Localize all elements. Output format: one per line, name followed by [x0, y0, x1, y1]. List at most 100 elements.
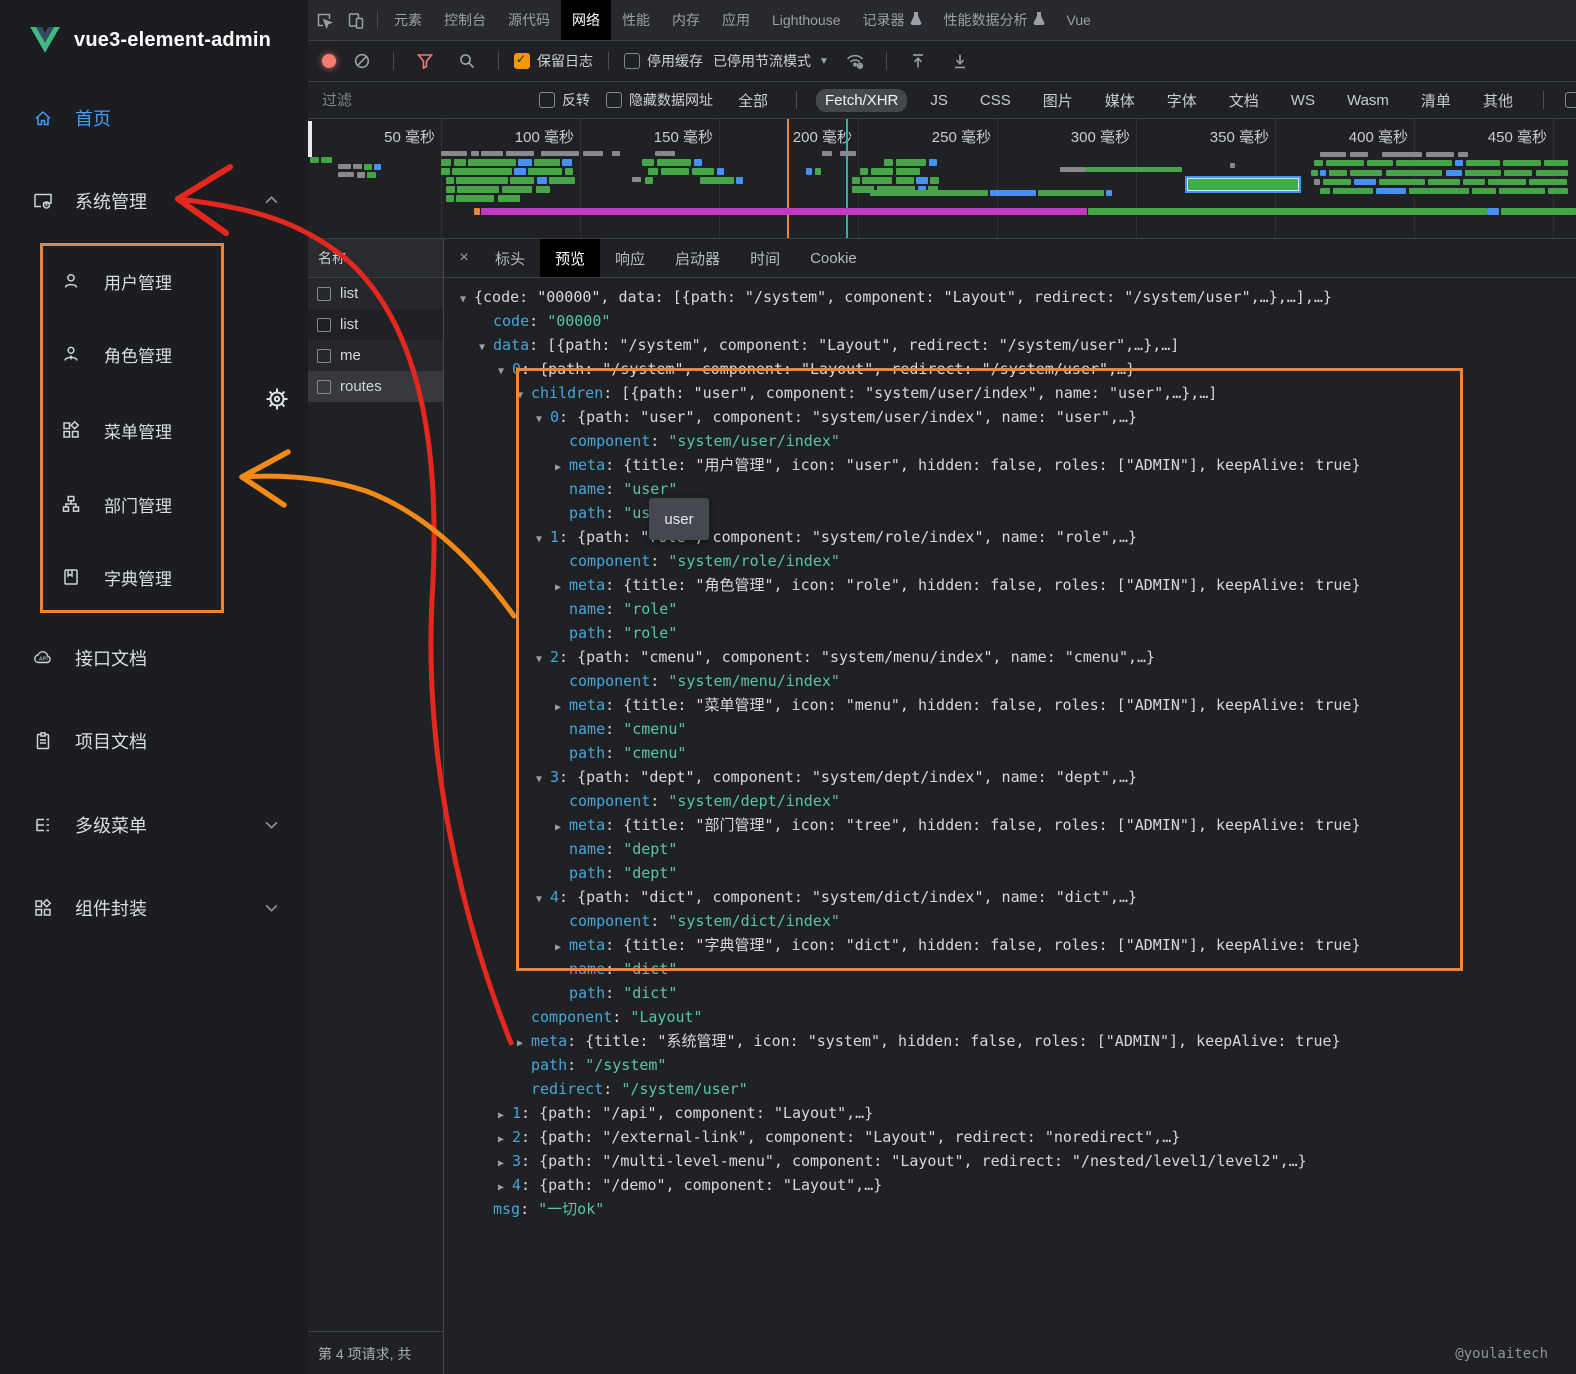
devtools-tab-内存[interactable]: 内存 [661, 0, 711, 40]
preview-tab-标头[interactable]: 标头 [480, 239, 540, 277]
sidebar-item-multi-level-menu[interactable]: 多级菜单 [0, 803, 308, 847]
json-line[interactable]: ▶4: {path: "/demo", component: "Layout",… [444, 1173, 1576, 1197]
sidebar-item-home[interactable]: 首页 [0, 96, 308, 140]
timeline-handle[interactable] [308, 121, 312, 157]
preview-tab-时间[interactable]: 时间 [735, 239, 795, 277]
expand-arrow-icon[interactable]: ▼ [517, 384, 531, 408]
filter-pill-清单[interactable]: 清单 [1412, 87, 1460, 114]
devtools-tab-源代码[interactable]: 源代码 [497, 0, 561, 40]
devtools-tab-Vue[interactable]: Vue [1056, 0, 1102, 40]
sidebar-item-components[interactable]: 组件封装 [0, 886, 308, 930]
json-line[interactable]: component: "system/user/index" [444, 429, 1576, 453]
settings-gear-button[interactable] [258, 380, 296, 418]
filter-pill-文档[interactable]: 文档 [1220, 87, 1268, 114]
disable-cache-checkbox[interactable]: 停用缓存 [624, 51, 703, 71]
hide-data-urls-checkbox[interactable]: 隐藏数据网址 [606, 90, 713, 110]
clear-network-log-icon[interactable] [346, 47, 378, 75]
filter-pill-媒体[interactable]: 媒体 [1096, 87, 1144, 114]
preview-tab-响应[interactable]: 响应 [600, 239, 660, 277]
sidebar-item-user-mgmt[interactable]: 用户管理 [0, 259, 308, 303]
request-row-routes[interactable]: routes [308, 371, 443, 402]
json-line[interactable]: ▼4: {path: "dict", component: "system/di… [444, 885, 1576, 909]
preview-tab-启动器[interactable]: 启动器 [660, 239, 735, 277]
request-row-list[interactable]: list [308, 278, 443, 309]
devtools-tab-网络[interactable]: 网络 [561, 0, 611, 40]
json-line[interactable]: path: "dict" [444, 981, 1576, 1005]
json-line[interactable]: msg: "一切ok" [444, 1197, 1576, 1221]
device-toolbar-icon[interactable] [340, 6, 372, 34]
network-overview-timeline[interactable]: 50 毫秒100 毫秒150 毫秒200 毫秒250 毫秒300 毫秒350 毫… [308, 119, 1576, 239]
filter-funnel-icon[interactable] [409, 47, 441, 75]
json-line[interactable]: ▼2: {path: "cmenu", component: "system/m… [444, 645, 1576, 669]
sidebar-item-dict-mgmt[interactable]: 字典管理 [0, 555, 308, 599]
filter-pill-Wasm[interactable]: Wasm [1338, 89, 1398, 112]
json-line[interactable]: name: "dept" [444, 837, 1576, 861]
json-line[interactable]: ▼children: [{path: "user", component: "s… [444, 381, 1576, 405]
expand-arrow-icon[interactable]: ▼ [536, 408, 550, 432]
json-line[interactable]: ▶meta: {title: "用户管理", icon: "user", hid… [444, 453, 1576, 477]
json-line[interactable]: ▶1: {path: "/api", component: "Layout",…… [444, 1101, 1576, 1125]
filter-pill-CSS[interactable]: CSS [971, 89, 1020, 112]
json-line[interactable]: path: "dept" [444, 861, 1576, 885]
json-line[interactable]: ▼0: {path: "user", component: "system/us… [444, 405, 1576, 429]
json-line[interactable]: redirect: "/system/user" [444, 1077, 1576, 1101]
json-line[interactable]: ▶meta: {title: "菜单管理", icon: "menu", hid… [444, 693, 1576, 717]
json-line[interactable]: ▶meta: {title: "角色管理", icon: "role", hid… [444, 573, 1576, 597]
filter-pill-JS[interactable]: JS [921, 89, 957, 112]
import-har-icon[interactable] [902, 47, 934, 75]
requests-name-column-header[interactable]: 名称 [308, 239, 443, 278]
filter-pill-WS[interactable]: WS [1282, 89, 1324, 112]
json-line[interactable]: path: "cmenu" [444, 741, 1576, 765]
json-line[interactable]: ▶2: {path: "/external-link", component: … [444, 1125, 1576, 1149]
json-line[interactable]: ▼{code: "00000", data: [{path: "/system"… [444, 285, 1576, 309]
app-logo-row[interactable]: vue3-element-admin [0, 0, 308, 80]
preview-tab-Cookie[interactable]: Cookie [795, 239, 872, 277]
json-line[interactable]: ▼data: [{path: "/system", component: "La… [444, 333, 1576, 357]
json-line[interactable]: component: "system/role/index" [444, 549, 1576, 573]
json-line[interactable]: path: "/system" [444, 1053, 1576, 1077]
json-line[interactable]: ▶meta: {title: "字典管理", icon: "dict", hid… [444, 933, 1576, 957]
expand-arrow-icon[interactable]: ▼ [536, 888, 550, 912]
filter-pill-其他[interactable]: 其他 [1474, 87, 1522, 114]
json-line[interactable]: name: "role" [444, 597, 1576, 621]
devtools-tab-性能[interactable]: 性能 [611, 0, 661, 40]
filter-pill-字体[interactable]: 字体 [1158, 87, 1206, 114]
sidebar-item-system[interactable]: 系统管理 [0, 179, 308, 223]
json-line[interactable]: code: "00000" [444, 309, 1576, 333]
sidebar-item-role-mgmt[interactable]: 角色管理 [0, 332, 308, 376]
json-line[interactable]: ▼0: {path: "/system", component: "Layout… [444, 357, 1576, 381]
json-line[interactable]: name: "user" [444, 477, 1576, 501]
json-line[interactable]: ▶meta: {title: "系统管理", icon: "system", h… [444, 1029, 1576, 1053]
blocked-cookies-checkbox[interactable]: 有已拦截的 [1565, 90, 1576, 110]
json-line[interactable]: component: "system/dict/index" [444, 909, 1576, 933]
expand-arrow-icon[interactable]: ▼ [479, 336, 493, 360]
devtools-tab-控制台[interactable]: 控制台 [433, 0, 497, 40]
expand-arrow-icon[interactable]: ▼ [460, 288, 474, 312]
filter-pill-图片[interactable]: 图片 [1034, 87, 1082, 114]
sidebar-item-api-doc[interactable]: API 接口文档 [0, 636, 308, 680]
devtools-tab-Lighthouse[interactable]: Lighthouse [761, 0, 852, 40]
preview-tab-预览[interactable]: 预览 [540, 239, 600, 277]
request-row-me[interactable]: me [308, 340, 443, 371]
filter-input[interactable] [320, 91, 523, 110]
expand-arrow-icon[interactable]: ▼ [536, 768, 550, 792]
invert-checkbox[interactable]: 反转 [539, 90, 590, 110]
expand-arrow-icon[interactable]: ▼ [536, 528, 550, 552]
filter-pill-全部[interactable]: 全部 [729, 87, 777, 114]
json-line[interactable]: component: "Layout" [444, 1005, 1576, 1029]
json-line[interactable]: name: "dict" [444, 957, 1576, 981]
devtools-tab-性能数据分析[interactable]: 性能数据分析 [933, 0, 1056, 40]
devtools-tab-记录器[interactable]: 记录器 [852, 0, 933, 40]
json-line[interactable]: path: "user" [444, 501, 1576, 525]
sidebar-item-project-doc[interactable]: 项目文档 [0, 719, 308, 763]
json-line[interactable]: name: "cmenu" [444, 717, 1576, 741]
sidebar-item-dept-mgmt[interactable]: 部门管理 [0, 482, 308, 526]
expand-arrow-icon[interactable]: ▼ [498, 360, 512, 384]
json-line[interactable]: ▶3: {path: "/multi-level-menu", componen… [444, 1149, 1576, 1173]
json-line[interactable]: path: "role" [444, 621, 1576, 645]
preserve-log-checkbox[interactable]: 保留日志 [514, 51, 593, 71]
devtools-tab-元素[interactable]: 元素 [383, 0, 433, 40]
search-icon[interactable] [451, 47, 483, 75]
network-conditions-icon[interactable] [839, 47, 871, 75]
json-line[interactable]: component: "system/dept/index" [444, 789, 1576, 813]
